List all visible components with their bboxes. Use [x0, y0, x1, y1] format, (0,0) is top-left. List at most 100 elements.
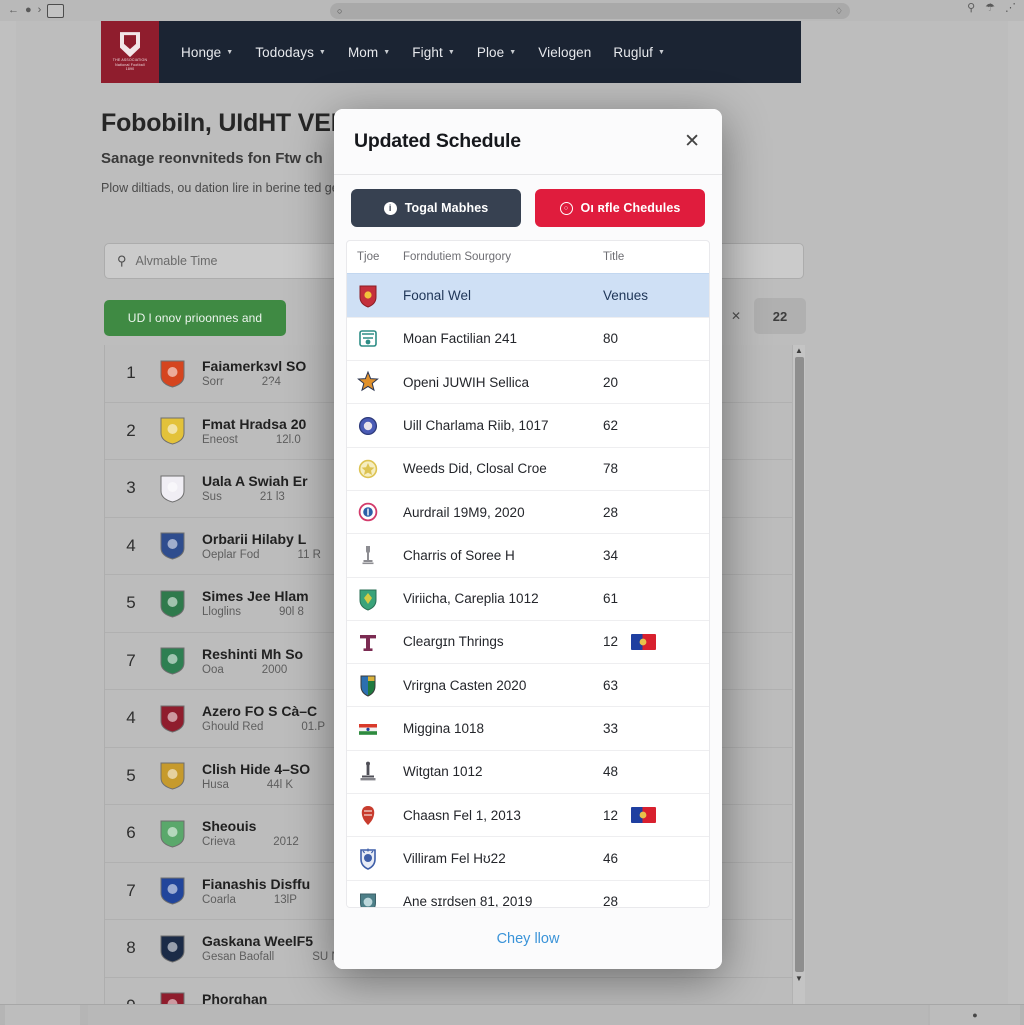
- table-row[interactable]: Chaasn Fel 1, 201312: [347, 793, 709, 836]
- site-header: THE ASSOCIATIONNational Football1890 Hon…: [101, 21, 801, 83]
- meta-primary: Husa: [202, 779, 229, 791]
- meta-primary: Sorr: [202, 376, 224, 388]
- nav-item-fight[interactable]: Fight ▼: [412, 45, 455, 60]
- team-badge-icon: [159, 876, 186, 905]
- rank-number: 4: [119, 536, 143, 556]
- table-row[interactable]: Uill Charlama Riib, 101762: [347, 403, 709, 446]
- table-row[interactable]: Weeds Did, Closal Croe78: [347, 447, 709, 490]
- taskbar-right-slot[interactable]: ●: [930, 1005, 1020, 1025]
- primary-cta-button[interactable]: UD l onov prioonnes and: [104, 300, 286, 336]
- rank-number: 1: [119, 363, 143, 383]
- country-flag-icon: [631, 807, 656, 823]
- trophy-grey-icon: [357, 543, 403, 567]
- team-badge-icon: [159, 531, 186, 560]
- shield-round-icon: [357, 500, 403, 524]
- chevron-down-icon: ▼: [319, 49, 326, 56]
- grid-toggle-icon[interactable]: 22: [754, 298, 806, 334]
- meta-primary: Coarla: [202, 894, 236, 906]
- column-header-type: Tjoe: [357, 251, 403, 263]
- record-circle-icon: ○: [560, 202, 573, 215]
- row-title-value: Venues: [603, 288, 648, 303]
- row-name: Cleargɪn Thrings: [403, 634, 603, 649]
- team-badge-icon: [159, 646, 186, 675]
- country-flag-icon: [631, 634, 656, 650]
- table-row[interactable]: Moan Factilian 24180: [347, 317, 709, 360]
- nav-item-vielogen[interactable]: Vielogen: [538, 45, 591, 60]
- togal-mabhes-button[interactable]: i Togal Mabhes: [351, 189, 521, 227]
- table-row[interactable]: Miggina 101833: [347, 706, 709, 749]
- bookmark-icon[interactable]: ♢: [835, 6, 843, 17]
- info-filled-icon: i: [384, 202, 397, 215]
- nav-item-tododays[interactable]: Tododays ▼: [255, 45, 326, 60]
- close-icon[interactable]: ✕: [680, 128, 704, 155]
- meta-secondary: 44l K: [267, 779, 293, 791]
- crest-navy-icon: [357, 846, 403, 870]
- circle-gold-icon: [357, 457, 403, 481]
- site-logo[interactable]: THE ASSOCIATIONNational Football1890: [101, 21, 159, 83]
- nav-item-ploe[interactable]: Ploe ▼: [477, 45, 516, 60]
- nav-item-rugluf[interactable]: Rugluf ▼: [613, 45, 665, 60]
- row-name: Moan Factilian 241: [403, 331, 603, 346]
- scrollbar-thumb[interactable]: [795, 357, 804, 972]
- row-title-value: 28: [603, 894, 618, 908]
- content-scrollbar[interactable]: ▲ ▼: [792, 345, 805, 1025]
- row-name: Charris of Soree H: [403, 548, 603, 563]
- table-row[interactable]: Viriicha, Careplia 101261: [347, 577, 709, 620]
- chevron-down-icon[interactable]: ▼: [795, 973, 803, 984]
- table-row[interactable]: Openi JUWIH Sellica20: [347, 360, 709, 403]
- table-row[interactable]: Vrirgna Casten 202063: [347, 663, 709, 706]
- table-row[interactable]: Charris of Soree H34: [347, 533, 709, 576]
- orfle-chedules-button[interactable]: ○ Oı ʀfle Chedules: [535, 189, 705, 227]
- row-name: Witgtan 1012: [403, 764, 603, 779]
- nav-item-mom[interactable]: Mom ▼: [348, 45, 390, 60]
- extensions-icon[interactable]: ⚲: [967, 3, 975, 14]
- meta-primary: Ooa: [202, 664, 224, 676]
- stop-dot-icon[interactable]: ●: [25, 5, 32, 16]
- taskbar-left-slot[interactable]: [5, 1005, 80, 1025]
- table-row[interactable]: Foonal WelVenues: [347, 273, 709, 316]
- forward-arrow-icon[interactable]: ›: [38, 5, 42, 16]
- show-more-link[interactable]: Chey llow: [497, 931, 560, 947]
- meta-secondary: 2000: [262, 664, 288, 676]
- crest-icon: [120, 32, 140, 57]
- row-title-value: 62: [603, 418, 618, 433]
- row-title-value: 48: [603, 764, 618, 779]
- chevron-down-icon: ▼: [226, 49, 233, 56]
- meta-secondary: 2012: [273, 836, 299, 848]
- column-header-name: Forndutiem Sourgory: [403, 251, 603, 263]
- column-header-title: Title: [603, 251, 699, 263]
- chevron-up-icon[interactable]: ▲: [795, 345, 803, 356]
- table-body: Foonal WelVenuesMoan Factilian 24180Open…: [347, 273, 709, 908]
- nav-item-honge[interactable]: Honge ▼: [181, 45, 233, 60]
- table-row[interactable]: Witgtan 101248: [347, 750, 709, 793]
- meta-secondary: 11 R: [298, 549, 321, 561]
- row-title-cell: 63: [603, 678, 699, 693]
- taskbar-center-slot[interactable]: [88, 1005, 928, 1025]
- table-row[interactable]: Ane sɪrdsen 81, 201928: [347, 880, 709, 909]
- crest-teal-icon: [357, 327, 403, 351]
- row-name: Aurdrail 19M9, 2020: [403, 505, 603, 520]
- table-row[interactable]: Cleargɪn Thrings12: [347, 620, 709, 663]
- table-header-row: Tjoe Forndutiem Sourgory Title: [347, 241, 709, 273]
- site-logo-text: THE ASSOCIATIONNational Football1890: [113, 58, 147, 72]
- meta-secondary: 21 l3: [260, 491, 285, 503]
- filter-icon[interactable]: ✕: [722, 300, 750, 332]
- shield-icon[interactable]: ☂: [985, 3, 995, 14]
- team-badge-icon: [159, 416, 186, 445]
- row-title-value: 78: [603, 461, 618, 476]
- address-bar[interactable]: ○ ♢: [330, 3, 850, 19]
- row-name: Villiram Fel Hʊ22: [403, 851, 603, 866]
- nav-label: Rugluf: [613, 45, 653, 60]
- team-badge-icon: [159, 704, 186, 733]
- minimize-icon[interactable]: ⋰: [1005, 3, 1016, 14]
- chevron-down-icon: ▼: [448, 49, 455, 56]
- row-title-value: 61: [603, 591, 618, 606]
- modal-header: Updated Schedule ✕: [334, 109, 722, 175]
- crest-blue-icon: [357, 414, 403, 438]
- row-title-cell: 28: [603, 894, 699, 908]
- table-row[interactable]: Aurdrail 19M9, 202028: [347, 490, 709, 533]
- back-arrow-icon[interactable]: ←: [8, 5, 19, 16]
- table-row[interactable]: Villiram Fel Hʊ2246: [347, 836, 709, 879]
- row-title-cell: 20: [603, 375, 699, 390]
- tab-icon[interactable]: [47, 4, 64, 18]
